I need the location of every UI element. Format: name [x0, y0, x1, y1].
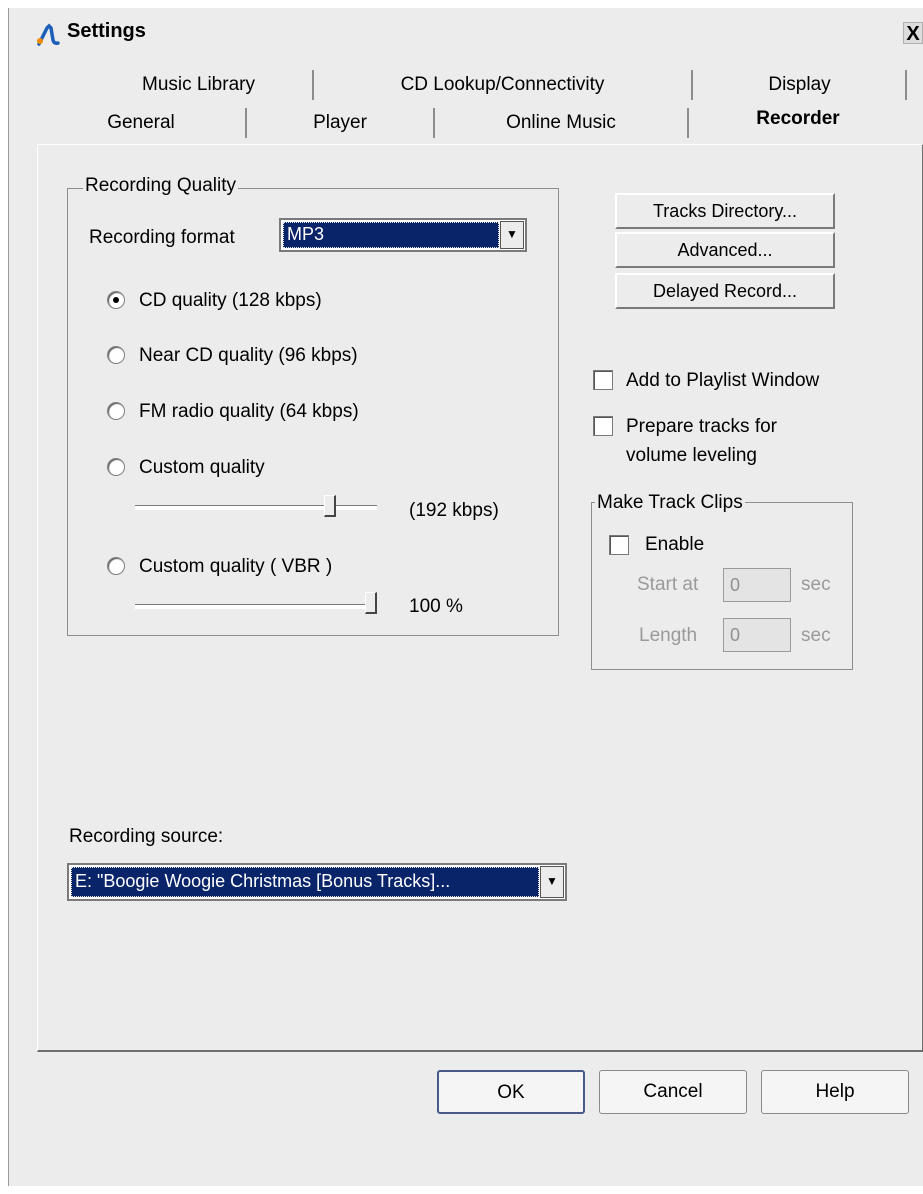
radio-label: Custom quality ( VBR ) [139, 556, 333, 577]
close-button[interactable]: X [903, 22, 923, 45]
ok-button[interactable]: OK [437, 1070, 585, 1114]
length-input[interactable]: 0 [723, 618, 791, 652]
prepare-tracks-label: Prepare tracks for [626, 416, 777, 437]
cancel-button[interactable]: Cancel [599, 1070, 747, 1114]
prepare-tracks-label-2: volume leveling [626, 445, 757, 466]
radio-dot [113, 297, 119, 303]
chevron-down-icon[interactable]: ▼ [540, 866, 564, 898]
radio-label: Custom quality [139, 457, 265, 478]
radio-custom-vbr[interactable] [107, 557, 125, 575]
button-label: Cancel [643, 1081, 703, 1102]
app-logo-icon [37, 23, 60, 46]
recording-quality-label: Recording Quality [83, 175, 239, 196]
custom-quality-slider-track [135, 505, 377, 510]
tab-player[interactable]: Player [247, 108, 435, 138]
radio-fm-quality[interactable] [107, 402, 125, 420]
length-label: Length [639, 625, 698, 646]
tab-music-library[interactable]: Music Library [85, 70, 314, 100]
tab-recorder[interactable]: Recorder [689, 104, 907, 134]
radio-label: CD quality (128 kbps) [139, 290, 322, 311]
settings-window: Settings X Music Library CD Lookup/Conne… [8, 8, 923, 1186]
radio-label: Near CD quality (96 kbps) [139, 345, 358, 366]
window-title: Settings [67, 20, 146, 42]
add-to-playlist-checkbox[interactable] [593, 370, 613, 390]
title-bar: Settings X [9, 8, 923, 60]
start-at-value: 0 [730, 575, 741, 595]
enable-clips-label: Enable [645, 534, 705, 555]
help-button[interactable]: Help [761, 1070, 909, 1114]
tab-edge [893, 70, 907, 100]
tracks-directory-button[interactable]: Tracks Directory... [615, 193, 835, 229]
tab-general[interactable]: General [37, 108, 247, 138]
tab-cd-lookup[interactable]: CD Lookup/Connectivity [314, 70, 693, 100]
tab-label: Online Music [506, 112, 616, 133]
recording-format-value: MP3 [283, 222, 499, 248]
recording-format-select[interactable]: MP3 ▼ [279, 218, 527, 252]
radio-near-cd-quality[interactable] [107, 346, 125, 364]
radio-cd-quality[interactable] [107, 291, 125, 309]
vbr-slider-track [135, 604, 377, 609]
button-label: OK [497, 1082, 525, 1103]
button-label: Advanced... [677, 240, 773, 260]
tab-online-music[interactable]: Online Music [435, 108, 689, 138]
tab-label: Recorder [756, 108, 840, 129]
tab-display[interactable]: Display [693, 70, 906, 100]
advanced-button[interactable]: Advanced... [615, 232, 835, 268]
radio-label: FM radio quality (64 kbps) [139, 401, 359, 422]
tab-label: General [107, 112, 175, 133]
radio-custom-quality[interactable] [107, 458, 125, 476]
start-at-input[interactable]: 0 [723, 568, 791, 602]
add-to-playlist-label: Add to Playlist Window [626, 370, 820, 391]
recording-source-label: Recording source: [69, 826, 224, 847]
length-value: 0 [730, 625, 741, 645]
delayed-record-button[interactable]: Delayed Record... [615, 273, 835, 309]
close-icon: X [906, 23, 920, 45]
custom-quality-value: (192 kbps) [409, 500, 499, 521]
tab-label: Player [313, 112, 367, 133]
length-unit: sec [801, 625, 831, 646]
start-unit: sec [801, 574, 831, 595]
tab-label: Music Library [142, 74, 255, 95]
recording-format-label: Recording format [89, 227, 235, 248]
button-label: Delayed Record... [652, 281, 798, 301]
enable-clips-checkbox[interactable] [609, 535, 629, 555]
custom-quality-slider[interactable] [323, 495, 336, 517]
track-clips-label: Make Track Clips [595, 492, 745, 513]
button-label: Tracks Directory... [652, 201, 797, 221]
recording-source-select[interactable]: E: "Boogie Woogie Christmas [Bonus Track… [67, 863, 567, 901]
tab-label: Display [768, 74, 831, 95]
chevron-down-icon[interactable]: ▼ [500, 221, 524, 249]
prepare-tracks-checkbox[interactable] [593, 416, 613, 436]
vbr-quality-value: 100 % [409, 596, 463, 617]
button-label: Help [815, 1081, 855, 1102]
start-at-label: Start at [637, 574, 699, 595]
vbr-quality-slider[interactable] [365, 592, 377, 614]
recording-source-value: E: "Boogie Woogie Christmas [Bonus Track… [71, 867, 539, 897]
tab-label: CD Lookup/Connectivity [400, 74, 605, 95]
